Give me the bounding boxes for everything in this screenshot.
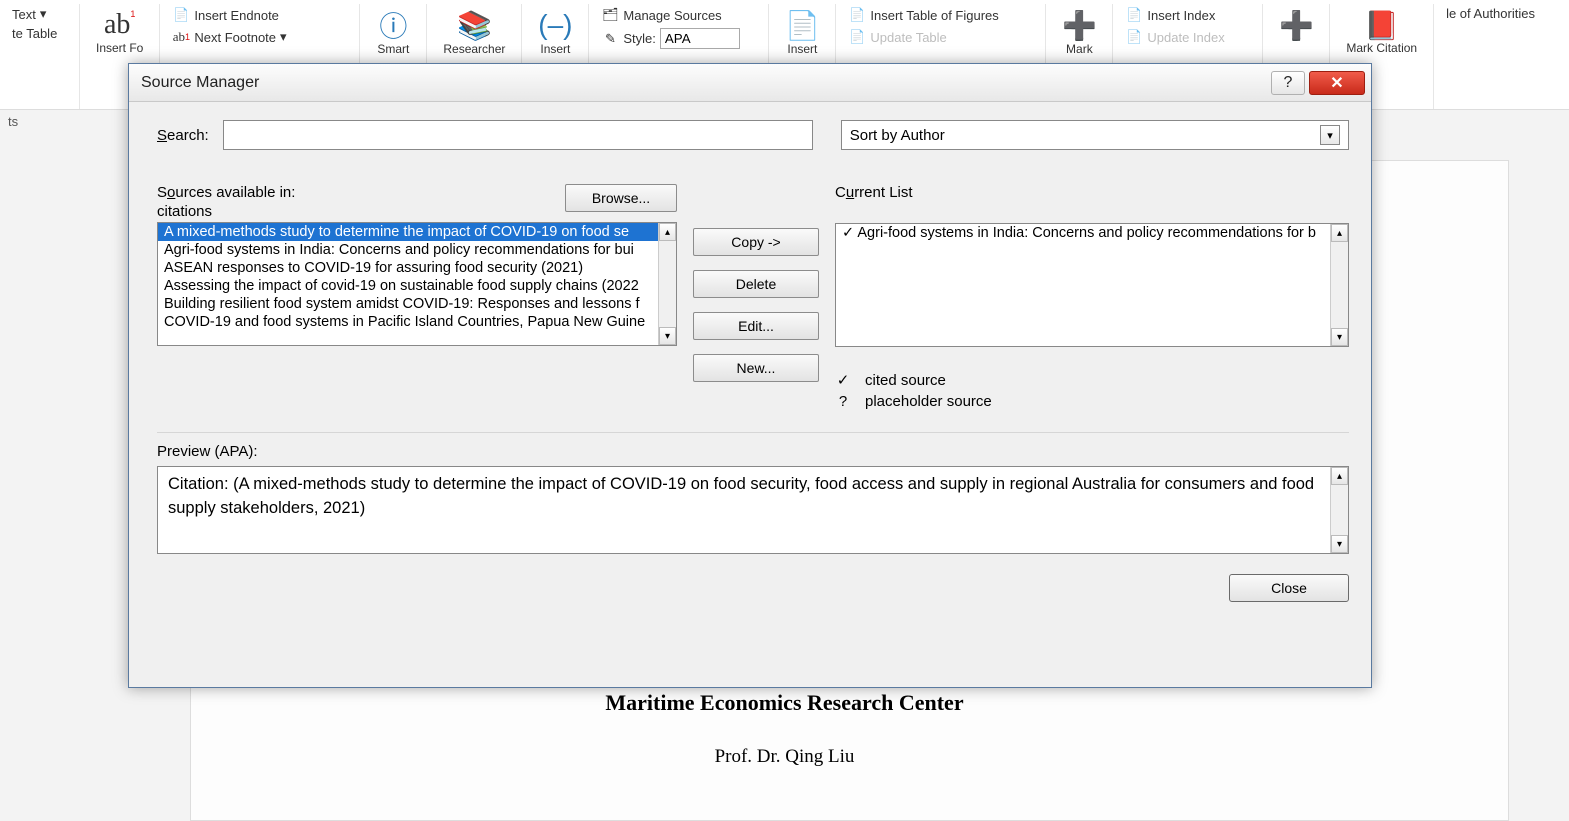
tof-icon: 📄 (848, 6, 866, 24)
list-item[interactable]: ✓ Agri-food systems in India: Concerns a… (836, 224, 1330, 242)
insert-endnote-button[interactable]: 📄Insert Endnote (168, 4, 351, 26)
source-manager-dialog: Source Manager ? ✕ Search: Sort by Autho… (128, 63, 1372, 688)
list-item[interactable]: Assessing the impact of covid-19 on sust… (158, 277, 658, 295)
list-item[interactable]: Building resilient food system amidst CO… (158, 295, 658, 313)
pencil-icon: ✎ (601, 30, 619, 48)
scrollbar[interactable]: ▴ ▾ (1330, 467, 1348, 553)
manage-sources-icon: 🗂 (601, 6, 619, 24)
text-dropdown[interactable]: Text ▾ (8, 4, 71, 24)
endnote-icon: 📄 (172, 6, 190, 24)
citation-icon: (–) (538, 8, 572, 42)
mark-entry-button[interactable]: ➕Mark (1054, 4, 1104, 60)
browse-button[interactable]: Browse... (565, 184, 677, 212)
scroll-up-icon[interactable]: ▴ (1331, 467, 1348, 485)
new-button[interactable]: New... (693, 354, 819, 382)
search-label: Search: (157, 127, 209, 144)
edit-button[interactable]: Edit... (693, 312, 819, 340)
question-icon: ? (835, 393, 851, 410)
next-footnote-icon: ab1 (172, 28, 190, 46)
search-input[interactable] (223, 120, 813, 150)
table-of-authorities-button[interactable]: le of Authorities (1442, 4, 1539, 23)
insert-table-of-figures-button[interactable]: 📄Insert Table of Figures (844, 4, 1037, 26)
document-author: Prof. Dr. Qing Liu (0, 746, 1569, 768)
help-icon: ? (1284, 74, 1293, 92)
style-select[interactable] (660, 28, 740, 49)
insert-index-icon: 📄 (1125, 6, 1143, 24)
manage-sources-button[interactable]: 🗂Manage Sources (597, 4, 760, 26)
preview-label: Preview (APA): (157, 443, 1349, 460)
chevron-down-icon: ▾ (40, 6, 47, 22)
update-table-icon: 📄 (848, 28, 866, 46)
copy-button[interactable]: Copy -> (693, 228, 819, 256)
chevron-down-icon: ▾ (280, 29, 287, 45)
close-icon: ✕ (1330, 73, 1343, 93)
mark-citation-big-button[interactable]: ➕ (1271, 4, 1321, 46)
style-row: ✎Style: (597, 26, 760, 51)
sort-value: Sort by Author (850, 127, 945, 144)
checkmark-icon: ✓ (835, 371, 851, 389)
ribbon-group-label: ts (0, 110, 26, 136)
scroll-up-icon[interactable]: ▴ (1331, 224, 1348, 242)
document-heading: Maritime Economics Research Center (0, 690, 1569, 716)
insert-bibliography-button[interactable]: 📄Insert (777, 4, 827, 60)
dialog-titlebar: Source Manager ? ✕ (129, 64, 1371, 102)
bibliography-icon: 📄 (785, 8, 819, 42)
ab-icon: ab1 (103, 8, 137, 42)
list-item[interactable]: COVID-19 and food systems in Pacific Isl… (158, 313, 658, 331)
books-icon: 📚 (457, 8, 491, 42)
insert-index-button[interactable]: 📄Insert Index (1121, 4, 1254, 26)
scrollbar[interactable]: ▴ ▾ (1330, 224, 1348, 346)
delete-button[interactable]: Delete (693, 270, 819, 298)
scrollbar[interactable]: ▴ ▾ (658, 223, 676, 345)
researcher-button[interactable]: 📚Researcher (435, 4, 513, 60)
scroll-down-icon[interactable]: ▾ (1331, 328, 1348, 346)
preview-box: Citation: (A mixed-methods study to dete… (157, 466, 1349, 554)
list-item[interactable]: Agri-food systems in India: Concerns and… (158, 241, 658, 259)
chevron-down-icon: ▾ (1320, 125, 1340, 145)
close-window-button[interactable]: ✕ (1309, 71, 1365, 95)
document-content: Maritime Economics Research Center Prof.… (0, 690, 1569, 768)
sources-location: citations (157, 203, 295, 220)
close-button[interactable]: Close (1229, 574, 1349, 602)
scroll-up-icon[interactable]: ▴ (659, 223, 676, 241)
insert-footnote-button[interactable]: ab1 Insert Fo (88, 4, 151, 59)
update-index-icon: 📄 (1125, 28, 1143, 46)
insert-citation-button[interactable]: (–)Insert (530, 4, 580, 60)
mark-entry-icon: ➕ (1062, 8, 1096, 42)
mark-citation-icon: 📕 (1365, 8, 1399, 42)
sources-available-label: Sources available in: (157, 184, 295, 201)
list-item[interactable]: ASEAN responses to COVID-19 for assuring… (158, 259, 658, 277)
update-table-button: 📄Update Table (844, 26, 1037, 48)
scroll-down-icon[interactable]: ▾ (659, 327, 676, 345)
list-item[interactable]: A mixed-methods study to determine the i… (158, 223, 658, 241)
te-table[interactable]: te Table (8, 24, 71, 43)
sort-select[interactable]: Sort by Author ▾ (841, 120, 1349, 150)
current-list[interactable]: ✓ Agri-food systems in India: Concerns a… (835, 223, 1349, 347)
legend: ✓cited source ?placeholder source (835, 371, 1349, 410)
divider (157, 432, 1349, 433)
preview-text: Citation: (A mixed-methods study to dete… (158, 467, 1330, 553)
master-list[interactable]: A mixed-methods study to determine the i… (157, 222, 677, 346)
scroll-down-icon[interactable]: ▾ (1331, 535, 1348, 553)
current-list-label: Current List (835, 184, 1349, 201)
mark-citation-button[interactable]: 📕Mark Citation (1338, 4, 1425, 59)
smart-lookup-button[interactable]: ⓘSmart (368, 4, 418, 60)
info-icon: ⓘ (376, 8, 410, 42)
help-button[interactable]: ? (1271, 71, 1305, 95)
next-footnote-button[interactable]: ab1Next Footnote ▾ (168, 26, 351, 48)
update-index-button: 📄Update Index (1121, 26, 1254, 48)
dialog-title: Source Manager (141, 74, 259, 92)
mark-citation-plus-icon: ➕ (1279, 8, 1313, 42)
